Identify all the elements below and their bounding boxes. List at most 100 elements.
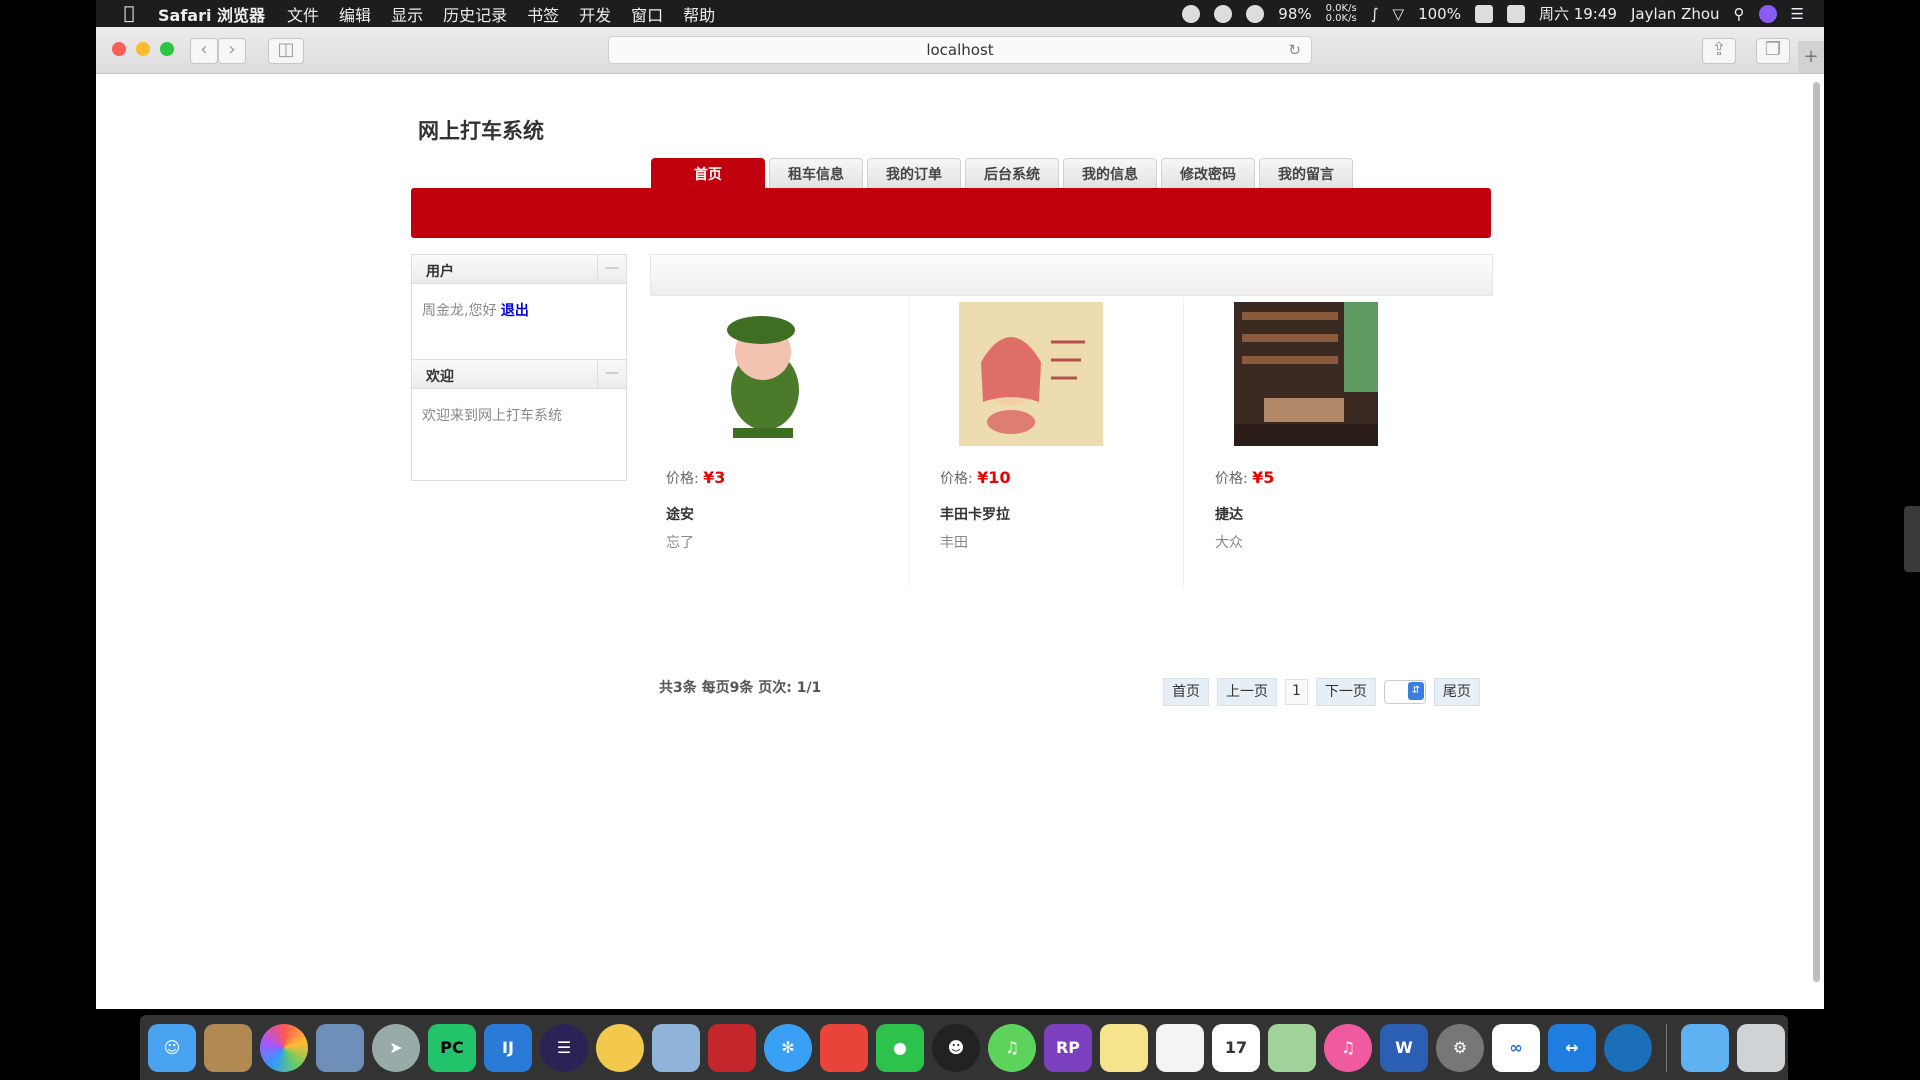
- car-name[interactable]: 丰田卡罗拉: [940, 504, 1010, 524]
- current-page-number[interactable]: 1: [1285, 679, 1308, 705]
- menu-help[interactable]: 帮助: [683, 2, 715, 26]
- pagination: 首页 上一页 1 下一页 ⇵ 尾页: [1163, 678, 1480, 706]
- photos-icon[interactable]: [260, 1023, 308, 1072]
- forward-button[interactable]: ›: [218, 38, 246, 64]
- menubar-user[interactable]: Jaylan Zhou: [1631, 5, 1720, 23]
- system-prefs-icon[interactable]: ⚙: [1436, 1023, 1484, 1072]
- menu-edit[interactable]: 编辑: [339, 2, 371, 26]
- car-card[interactable]: 价格: ¥10 丰田卡罗拉 丰田: [923, 298, 1184, 588]
- menu-window[interactable]: 窗口: [631, 2, 663, 26]
- close-window-button[interactable]: [112, 42, 126, 56]
- price-label: 价格:: [1215, 471, 1248, 487]
- user-panel-header: 用户 —: [412, 255, 626, 284]
- collapse-icon[interactable]: —: [597, 360, 626, 388]
- user-panel-title: 用户: [426, 264, 454, 280]
- car-name[interactable]: 途安: [666, 504, 694, 524]
- nav-tab-my-messages[interactable]: 我的留言: [1259, 158, 1353, 189]
- show-tabs-icon[interactable]: ❐: [1756, 38, 1790, 64]
- notification-center-icon[interactable]: ☰: [1791, 5, 1804, 23]
- word-icon[interactable]: W: [1380, 1023, 1428, 1072]
- database-icon[interactable]: [652, 1023, 700, 1072]
- wechat-status-icon[interactable]: [1182, 4, 1201, 23]
- menu-develop[interactable]: 开发: [579, 2, 611, 26]
- notes-icon[interactable]: [1100, 1023, 1148, 1072]
- notes-brown-icon[interactable]: [204, 1023, 252, 1072]
- share-icon[interactable]: ⇪: [1702, 38, 1736, 64]
- pycharm-icon[interactable]: PC: [428, 1023, 476, 1072]
- car-card[interactable]: 价格: ¥3 途安 忘了: [649, 298, 910, 588]
- finder-icon[interactable]: ☺: [148, 1023, 196, 1072]
- screen-edge-tab[interactable]: [1904, 506, 1920, 572]
- stack-icon[interactable]: [708, 1023, 756, 1072]
- itunes-icon[interactable]: ♫: [1324, 1023, 1372, 1072]
- welcome-panel-header: 欢迎 —: [412, 360, 626, 389]
- back-button[interactable]: ‹: [190, 38, 218, 64]
- price-row: 价格: ¥10: [940, 468, 1011, 488]
- music-green-icon[interactable]: ♫: [988, 1023, 1036, 1072]
- menu-history[interactable]: 历史记录: [443, 2, 507, 26]
- bluetooth-icon[interactable]: ∫: [1371, 5, 1379, 23]
- trash-icon[interactable]: [1737, 1023, 1785, 1072]
- wechat-icon[interactable]: ●: [876, 1023, 924, 1072]
- nav-tab-change-password[interactable]: 修改密码: [1161, 158, 1255, 189]
- bell-icon[interactable]: [1214, 4, 1233, 23]
- car-thumbnail-image[interactable]: [685, 302, 829, 446]
- last-page-button[interactable]: 尾页: [1433, 678, 1480, 706]
- minimize-window-button[interactable]: [136, 42, 150, 56]
- prev-page-button[interactable]: 上一页: [1217, 678, 1277, 706]
- nav-tab-home[interactable]: 首页: [651, 158, 765, 189]
- car-card[interactable]: 价格: ¥5 捷达 大众: [1198, 298, 1458, 588]
- welcome-panel-title: 欢迎: [426, 369, 454, 385]
- edge-icon[interactable]: [1604, 1023, 1652, 1072]
- safari-icon[interactable]: ✻: [764, 1023, 812, 1072]
- calendar-icon[interactable]: 17: [1212, 1023, 1260, 1072]
- circle-status-icon[interactable]: [1246, 4, 1265, 23]
- intellij-icon[interactable]: IJ: [484, 1023, 532, 1072]
- menu-file[interactable]: 文件: [287, 2, 319, 26]
- nav-tab-my-info[interactable]: 我的信息: [1063, 158, 1157, 189]
- downloads-folder-icon[interactable]: [1681, 1023, 1729, 1072]
- new-tab-button[interactable]: +: [1798, 41, 1824, 73]
- baidu-cloud-icon[interactable]: ∞: [1492, 1023, 1540, 1072]
- chicken-icon[interactable]: [596, 1023, 644, 1072]
- menubar-app-name[interactable]: Safari 浏览器: [158, 2, 265, 26]
- address-bar[interactable]: localhost ↻: [608, 36, 1312, 64]
- teamviewer-icon[interactable]: ↔: [1548, 1023, 1596, 1072]
- apple-menu-icon[interactable]: : [118, 3, 140, 24]
- app-s-icon[interactable]: [1506, 4, 1525, 23]
- reload-icon[interactable]: ↻: [1288, 37, 1301, 63]
- battery-icon[interactable]: [1474, 4, 1493, 23]
- menu-bookmarks[interactable]: 书签: [527, 2, 559, 26]
- nav-tab-my-orders[interactable]: 我的订单: [867, 158, 961, 189]
- nav-tab-rental-info[interactable]: 租车信息: [769, 158, 863, 189]
- eclipse-icon[interactable]: ☰: [540, 1023, 588, 1072]
- qq-icon[interactable]: ☻: [932, 1023, 980, 1072]
- welcome-text: 欢迎来到网上打车系统: [422, 408, 562, 424]
- siri-icon[interactable]: [1758, 4, 1777, 23]
- car-name[interactable]: 捷达: [1215, 504, 1243, 524]
- price-label: 价格:: [666, 471, 699, 487]
- car-thumbnail-image[interactable]: [1234, 302, 1378, 446]
- first-page-button[interactable]: 首页: [1163, 678, 1209, 706]
- next-page-button[interactable]: 下一页: [1315, 678, 1376, 706]
- presenter-icon[interactable]: [820, 1023, 868, 1072]
- zoom-window-button[interactable]: [160, 42, 174, 56]
- launchpad-icon[interactable]: ➤: [372, 1023, 420, 1072]
- nav-tab-admin[interactable]: 后台系统: [965, 158, 1059, 189]
- logout-link[interactable]: 退出: [501, 303, 529, 319]
- car-thumbnail-image[interactable]: [959, 302, 1103, 446]
- menu-view[interactable]: 显示: [391, 2, 423, 26]
- collapse-icon[interactable]: —: [597, 255, 626, 283]
- wifi-icon[interactable]: ▽: [1393, 5, 1405, 23]
- preview-icon[interactable]: [316, 1023, 364, 1072]
- net-down: 0.0K/s: [1325, 12, 1357, 24]
- reminders-icon[interactable]: [1156, 1023, 1204, 1072]
- sidebar-toggle-icon[interactable]: ◫: [268, 38, 304, 64]
- spotlight-icon[interactable]: ⚲: [1734, 5, 1745, 23]
- menubar-datetime[interactable]: 周六 19:49: [1539, 3, 1617, 24]
- axure-rp-icon[interactable]: RP: [1044, 1023, 1092, 1072]
- site-nav: 首页 租车信息 我的订单 后台系统 我的信息 修改密码 我的留言: [651, 158, 1353, 189]
- page-select[interactable]: ⇵: [1383, 680, 1426, 704]
- maps-icon[interactable]: [1268, 1023, 1316, 1072]
- scrollbar[interactable]: [1813, 82, 1820, 982]
